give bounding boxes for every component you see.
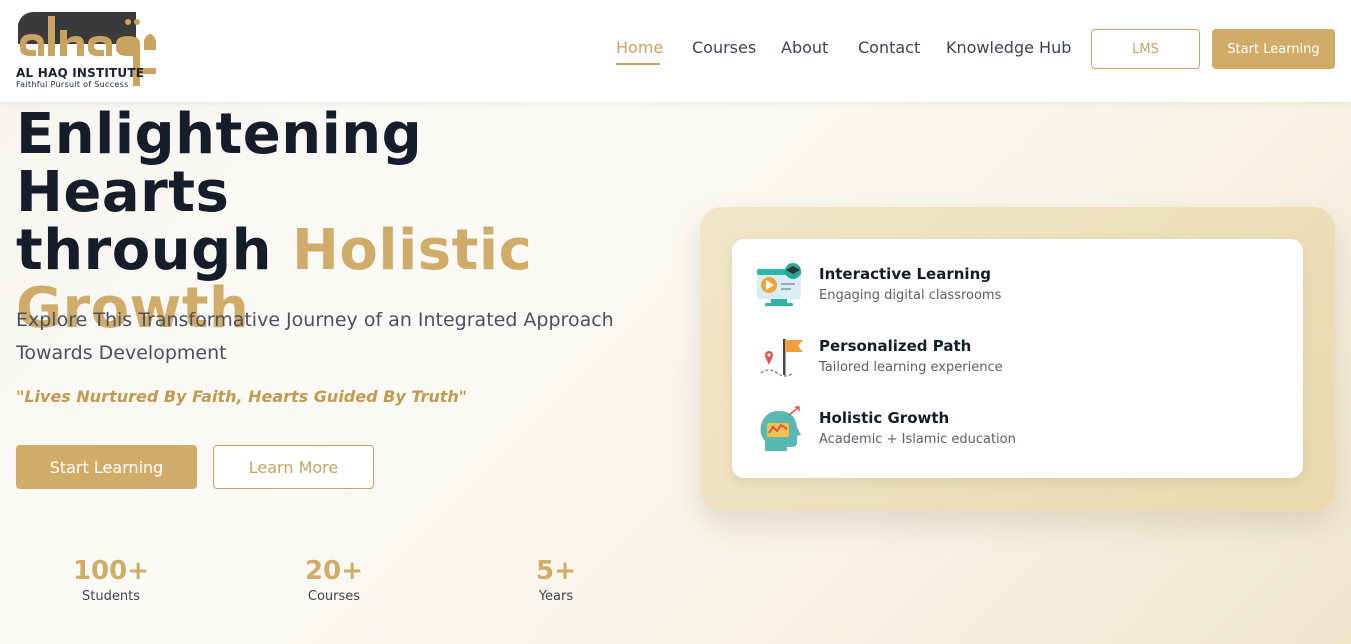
- hero-title-line1: Enlightening Hearts: [16, 102, 423, 225]
- hero-learn-more-button[interactable]: Learn More: [213, 445, 374, 489]
- lms-button[interactable]: LMS: [1091, 29, 1200, 69]
- feature-desc: Engaging digital classrooms: [819, 288, 1002, 303]
- stat-label: Years: [538, 589, 574, 604]
- nav-active-underline: [616, 63, 660, 65]
- feature-personalized-path: Personalized Path Tailored learning expe…: [755, 333, 1275, 383]
- hero-title-line2-plain: through: [16, 218, 293, 283]
- stat-value: 20+: [305, 556, 363, 586]
- header-start-learning-button[interactable]: Start Learning: [1212, 29, 1335, 69]
- stat-years: 5+ Years: [496, 554, 616, 606]
- site-header: AL HAQ INSTITUTE Faithful Pursuit of Suc…: [0, 0, 1351, 102]
- feature-desc: Academic + Islamic education: [819, 432, 1016, 447]
- stat-value: 100+: [72, 556, 150, 586]
- brand-name: AL HAQ INSTITUTE: [16, 66, 145, 80]
- hero-subtitle: Explore This Transformative Journey of a…: [16, 309, 614, 364]
- feature-holistic-growth: Holistic Growth Academic + Islamic educa…: [755, 405, 1275, 455]
- hero-quote: "Lives Nurtured By Faith, Hearts Guided …: [16, 387, 468, 406]
- personalized-path-icon: [760, 339, 803, 377]
- feature-title: Personalized Path: [819, 337, 972, 355]
- stat-courses: 20+ Courses: [274, 554, 394, 606]
- hero-title-line2-accent: Holistic: [292, 218, 533, 283]
- hero-start-learning-button[interactable]: Start Learning: [16, 445, 197, 489]
- interactive-learning-icon: [757, 263, 801, 306]
- nav-contact[interactable]: Contact: [858, 38, 920, 57]
- feature-interactive-learning: Interactive Learning Engaging digital cl…: [755, 261, 1275, 311]
- feature-desc: Tailored learning experience: [819, 360, 1003, 375]
- brand-tagline: Faithful Pursuit of Success: [16, 80, 129, 89]
- feature-title: Holistic Growth: [819, 409, 950, 427]
- stat-label: Courses: [307, 589, 361, 604]
- nav-courses[interactable]: Courses: [692, 38, 756, 57]
- nav-knowledge-hub[interactable]: Knowledge Hub: [946, 38, 1071, 57]
- stat-value: 5+: [536, 556, 576, 586]
- stat-label: Students: [82, 589, 140, 604]
- holistic-growth-icon: [760, 406, 801, 451]
- nav-about[interactable]: About: [781, 38, 828, 57]
- nav-home[interactable]: Home: [616, 38, 663, 57]
- stat-students: 100+ Students: [51, 554, 171, 606]
- brand-logo[interactable]: AL HAQ INSTITUTE Faithful Pursuit of Suc…: [16, 10, 161, 90]
- feature-title: Interactive Learning: [819, 265, 991, 283]
